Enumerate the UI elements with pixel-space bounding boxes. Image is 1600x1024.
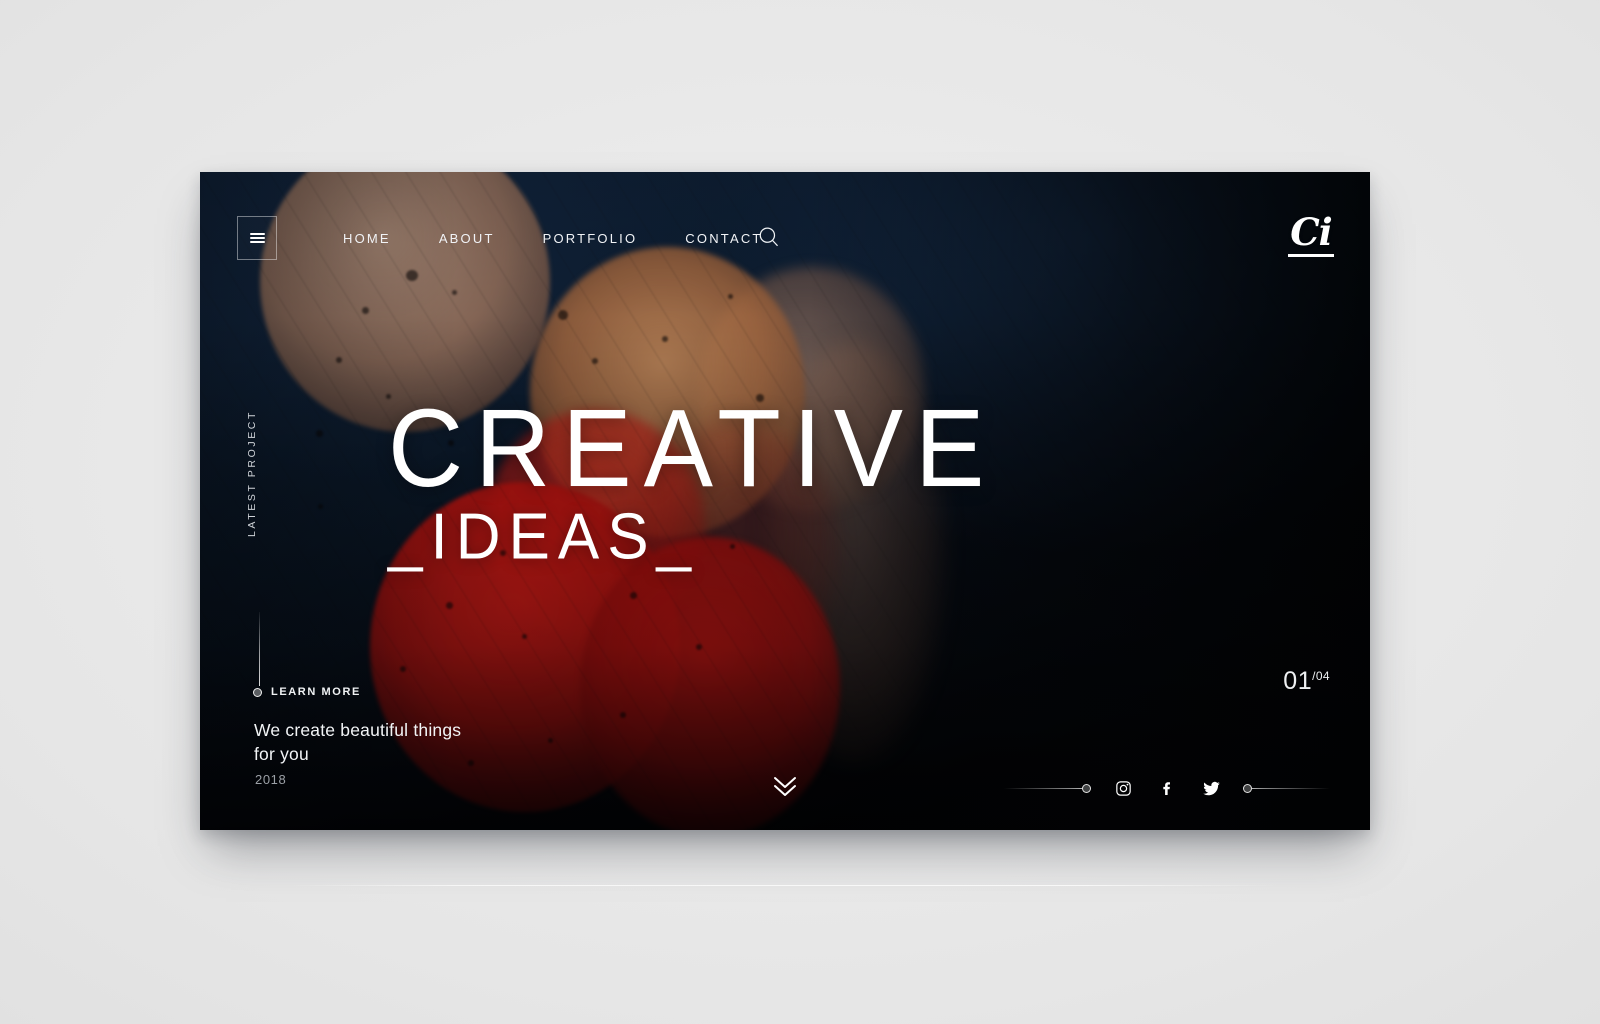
social-link-facebook[interactable]	[1157, 778, 1177, 798]
search-button[interactable]	[757, 225, 781, 249]
reflection-divider	[285, 885, 1280, 886]
logo-underline	[1288, 254, 1334, 257]
hamburger-icon	[249, 231, 265, 245]
nav-item-home[interactable]: HOME	[343, 227, 391, 250]
nav-item-contact[interactable]: CONTACT	[685, 227, 762, 250]
social-link-instagram[interactable]	[1113, 778, 1133, 798]
search-icon	[759, 227, 778, 247]
social-bar	[1004, 778, 1330, 798]
main-nav: HOME ABOUT PORTFOLIO CONTACT	[343, 227, 763, 250]
hero-ui-layer: HOME ABOUT PORTFOLIO CONTACT Ci LATEST P…	[200, 172, 1370, 830]
chevron-double-down-icon	[774, 777, 796, 796]
learn-more-connector-line	[259, 612, 260, 686]
social-rail-left	[1004, 787, 1082, 789]
latest-project-label: LATEST PROJECT	[246, 410, 258, 538]
hamburger-menu-button[interactable]	[237, 216, 277, 260]
site-logo[interactable]: Ci	[1288, 214, 1334, 257]
slide-current: 01	[1283, 667, 1313, 695]
social-rail-right	[1252, 787, 1330, 789]
slide-total: /04	[1312, 669, 1330, 683]
hero-panel: HOME ABOUT PORTFOLIO CONTACT Ci LATEST P…	[200, 172, 1370, 830]
bullet-dot-icon	[253, 687, 262, 697]
social-rail-node-left	[1082, 783, 1091, 793]
nav-item-portfolio[interactable]: PORTFOLIO	[543, 227, 638, 250]
page-canvas: HOME ABOUT PORTFOLIO CONTACT Ci LATEST P…	[0, 0, 1600, 1024]
nav-item-about[interactable]: ABOUT	[439, 227, 495, 250]
learn-more-label: LEARN MORE	[271, 686, 361, 698]
logo-text: Ci	[1290, 210, 1333, 254]
hero-tagline: We create beautiful things for you	[254, 720, 462, 764]
learn-more-button[interactable]: LEARN MORE	[253, 686, 361, 698]
hero-year: 2018	[255, 772, 287, 787]
social-rail-node-right	[1243, 783, 1252, 793]
headline-line-1: CREATIVE	[388, 387, 997, 511]
scroll-down-button[interactable]	[770, 774, 800, 800]
hero-headline: CREATIVE _IDEAS_	[388, 387, 997, 574]
social-icon-list	[1113, 778, 1221, 798]
social-link-twitter[interactable]	[1201, 778, 1221, 798]
instagram-icon	[1115, 780, 1131, 796]
top-navigation-bar: HOME ABOUT PORTFOLIO CONTACT Ci	[200, 214, 1370, 264]
slide-pagination: 01 /04	[1283, 669, 1330, 694]
twitter-icon	[1202, 781, 1220, 795]
headline-line-2: _IDEAS_	[388, 500, 700, 574]
facebook-icon	[1162, 781, 1170, 795]
